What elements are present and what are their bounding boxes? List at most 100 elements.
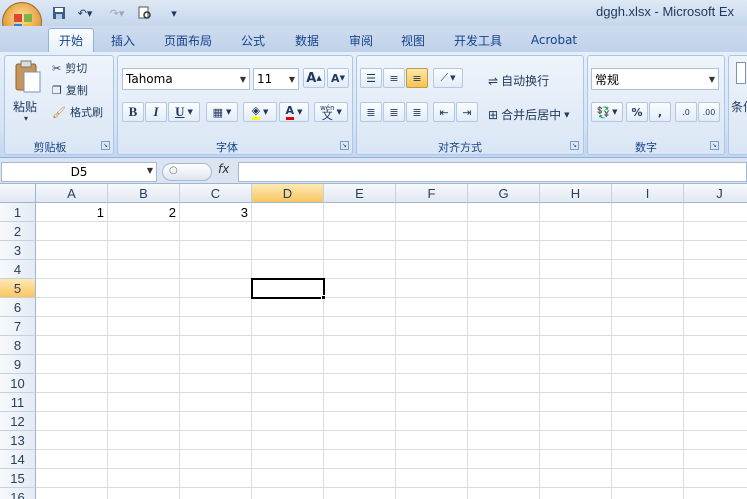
tab-home[interactable]: 开始 [48, 28, 94, 52]
cell-j14[interactable] [684, 450, 747, 469]
cell-e13[interactable] [324, 431, 396, 450]
cell-g11[interactable] [468, 393, 540, 412]
row-header-13[interactable]: 13 [0, 431, 36, 450]
cell-j15[interactable] [684, 469, 747, 488]
grow-font-button[interactable]: A ▲ [303, 68, 325, 88]
cell-j9[interactable] [684, 355, 747, 374]
cell-a7[interactable] [36, 317, 108, 336]
cell-b7[interactable] [108, 317, 180, 336]
column-header-h[interactable]: H [540, 184, 612, 203]
percent-style-button[interactable]: % [626, 102, 648, 122]
cell-f5[interactable] [396, 279, 468, 298]
cell-d9[interactable] [252, 355, 324, 374]
cell-i10[interactable] [612, 374, 684, 393]
cell-h9[interactable] [540, 355, 612, 374]
cell-i13[interactable] [612, 431, 684, 450]
cell-j1[interactable] [684, 203, 747, 222]
cell-a9[interactable] [36, 355, 108, 374]
row-header-1[interactable]: 1 [0, 203, 36, 222]
cell-i8[interactable] [612, 336, 684, 355]
row-header-16[interactable]: 16 [0, 488, 36, 499]
cell-e7[interactable] [324, 317, 396, 336]
cell-g1[interactable] [468, 203, 540, 222]
row-header-2[interactable]: 2 [0, 222, 36, 241]
cell-d14[interactable] [252, 450, 324, 469]
cell-b13[interactable] [108, 431, 180, 450]
cell-h15[interactable] [540, 469, 612, 488]
cell-f13[interactable] [396, 431, 468, 450]
cell-a11[interactable] [36, 393, 108, 412]
cell-c11[interactable] [180, 393, 252, 412]
cell-c9[interactable] [180, 355, 252, 374]
customize-qat-icon[interactable]: ▾ [168, 4, 180, 22]
cell-e8[interactable] [324, 336, 396, 355]
cell-c7[interactable] [180, 317, 252, 336]
font-color-button[interactable]: A ▼ [279, 102, 309, 122]
cell-d12[interactable] [252, 412, 324, 431]
cell-c13[interactable] [180, 431, 252, 450]
cell-a4[interactable] [36, 260, 108, 279]
number-launcher-icon[interactable]: ↘ [710, 141, 719, 150]
cell-e12[interactable] [324, 412, 396, 431]
cell-h4[interactable] [540, 260, 612, 279]
cell-d4[interactable] [252, 260, 324, 279]
cell-f7[interactable] [396, 317, 468, 336]
cell-f6[interactable] [396, 298, 468, 317]
tab-page-layout[interactable]: 页面布局 [156, 28, 220, 52]
cell-a1[interactable]: 1 [36, 203, 108, 222]
column-header-j[interactable]: J [684, 184, 747, 203]
tab-review[interactable]: 审阅 [340, 28, 382, 52]
cell-a14[interactable] [36, 450, 108, 469]
cell-b2[interactable] [108, 222, 180, 241]
cell-d8[interactable] [252, 336, 324, 355]
cell-j16[interactable] [684, 488, 747, 499]
cell-d13[interactable] [252, 431, 324, 450]
cell-e4[interactable] [324, 260, 396, 279]
name-box[interactable]: D5 ▼ [1, 162, 157, 182]
cell-b8[interactable] [108, 336, 180, 355]
cell-e1[interactable] [324, 203, 396, 222]
cell-b14[interactable] [108, 450, 180, 469]
cell-e14[interactable] [324, 450, 396, 469]
align-right-button[interactable]: ≣ [406, 102, 428, 122]
cell-i2[interactable] [612, 222, 684, 241]
align-left-button[interactable]: ≣ [360, 102, 382, 122]
cell-d11[interactable] [252, 393, 324, 412]
cell-a15[interactable] [36, 469, 108, 488]
column-header-f[interactable]: F [396, 184, 468, 203]
cell-d16[interactable] [252, 488, 324, 499]
copy-button[interactable]: ❐ 复制 [52, 82, 88, 98]
row-header-10[interactable]: 10 [0, 374, 36, 393]
cell-f10[interactable] [396, 374, 468, 393]
cell-j7[interactable] [684, 317, 747, 336]
cell-f15[interactable] [396, 469, 468, 488]
cell-i11[interactable] [612, 393, 684, 412]
column-header-i[interactable]: I [612, 184, 684, 203]
cell-i15[interactable] [612, 469, 684, 488]
tab-formulas[interactable]: 公式 [232, 28, 274, 52]
align-bottom-button[interactable]: ≡ [406, 68, 428, 88]
column-header-d[interactable]: D [252, 184, 324, 203]
cell-e11[interactable] [324, 393, 396, 412]
cell-h7[interactable] [540, 317, 612, 336]
row-header-9[interactable]: 9 [0, 355, 36, 374]
cell-j2[interactable] [684, 222, 747, 241]
row-header-4[interactable]: 4 [0, 260, 36, 279]
comma-style-button[interactable]: , [649, 102, 671, 122]
tab-acrobat[interactable]: Acrobat [522, 28, 586, 52]
cell-e9[interactable] [324, 355, 396, 374]
cell-c16[interactable] [180, 488, 252, 499]
cell-h2[interactable] [540, 222, 612, 241]
cell-c15[interactable] [180, 469, 252, 488]
cell-j10[interactable] [684, 374, 747, 393]
orientation-button[interactable]: ⟋ ▼ [433, 68, 463, 88]
cell-a13[interactable] [36, 431, 108, 450]
column-header-g[interactable]: G [468, 184, 540, 203]
underline-button[interactable]: U ▼ [168, 102, 200, 122]
cell-a10[interactable] [36, 374, 108, 393]
cell-c12[interactable] [180, 412, 252, 431]
cell-g7[interactable] [468, 317, 540, 336]
row-header-15[interactable]: 15 [0, 469, 36, 488]
column-header-b[interactable]: B [108, 184, 180, 203]
undo-icon[interactable]: ↶▾ [72, 4, 98, 22]
